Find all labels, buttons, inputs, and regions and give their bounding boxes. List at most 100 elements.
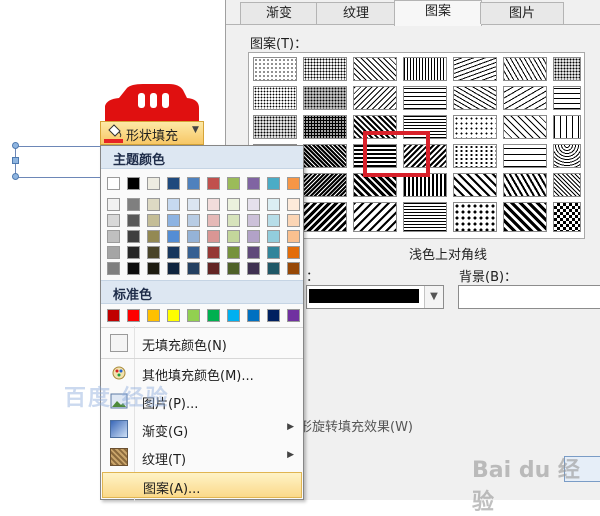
- gradient-item[interactable]: 渐变(G) ▶: [102, 416, 302, 442]
- pattern-cell[interactable]: [303, 173, 347, 197]
- pattern-cell[interactable]: [503, 86, 547, 110]
- theme-tint-swatch[interactable]: [267, 214, 280, 227]
- car-shape-icon[interactable]: [103, 84, 201, 124]
- theme-tint-swatch[interactable]: [247, 214, 260, 227]
- theme-tint-swatch[interactable]: [127, 214, 140, 227]
- pattern-cell[interactable]: [553, 202, 581, 232]
- tab-pattern[interactable]: 图案: [394, 0, 482, 26]
- theme-color-swatch[interactable]: [167, 177, 180, 190]
- theme-tint-swatch[interactable]: [107, 262, 120, 275]
- pattern-cell[interactable]: [253, 86, 297, 110]
- pattern-cell[interactable]: [553, 57, 581, 81]
- theme-tint-swatch[interactable]: [247, 230, 260, 243]
- pattern-cell[interactable]: [553, 86, 581, 110]
- theme-tint-swatch[interactable]: [267, 230, 280, 243]
- pattern-cell[interactable]: [503, 173, 547, 197]
- theme-tint-swatch[interactable]: [247, 198, 260, 211]
- pattern-cell[interactable]: [253, 57, 297, 81]
- theme-tint-swatch[interactable]: [167, 262, 180, 275]
- pattern-cell[interactable]: [403, 202, 447, 232]
- theme-tint-swatch[interactable]: [187, 262, 200, 275]
- theme-tint-swatch[interactable]: [287, 246, 300, 259]
- tab-texture[interactable]: 纹理: [316, 2, 396, 24]
- theme-tint-swatch[interactable]: [227, 214, 240, 227]
- theme-tint-swatch[interactable]: [107, 198, 120, 211]
- theme-color-swatch[interactable]: [147, 177, 160, 190]
- theme-tint-swatch[interactable]: [227, 198, 240, 211]
- theme-color-swatch[interactable]: [127, 177, 140, 190]
- pattern-cell[interactable]: [303, 202, 347, 232]
- theme-tint-swatch[interactable]: [207, 214, 220, 227]
- standard-color-swatch[interactable]: [187, 309, 200, 322]
- standard-color-swatch[interactable]: [167, 309, 180, 322]
- standard-color-swatch[interactable]: [127, 309, 140, 322]
- theme-tint-swatch[interactable]: [107, 246, 120, 259]
- rotate-with-shape-option[interactable]: 形旋转填充效果(W): [299, 416, 413, 435]
- theme-tint-swatch[interactable]: [147, 230, 160, 243]
- theme-tint-swatch[interactable]: [207, 230, 220, 243]
- pattern-cell[interactable]: [453, 57, 497, 81]
- background-color-combo[interactable]: [458, 285, 600, 309]
- theme-tint-swatch[interactable]: [107, 230, 120, 243]
- theme-tint-swatch[interactable]: [287, 262, 300, 275]
- theme-color-swatch[interactable]: [287, 177, 300, 190]
- theme-tint-swatch[interactable]: [207, 198, 220, 211]
- theme-tint-swatch[interactable]: [107, 214, 120, 227]
- theme-tint-swatch[interactable]: [127, 246, 140, 259]
- theme-tint-swatch[interactable]: [187, 198, 200, 211]
- theme-tint-swatch[interactable]: [127, 230, 140, 243]
- theme-color-swatch[interactable]: [207, 177, 220, 190]
- theme-tint-swatch[interactable]: [207, 246, 220, 259]
- standard-color-swatch[interactable]: [147, 309, 160, 322]
- theme-tint-swatch[interactable]: [167, 246, 180, 259]
- theme-tint-swatch[interactable]: [207, 262, 220, 275]
- pattern-cell[interactable]: [253, 115, 297, 139]
- texture-item[interactable]: 纹理(T) ▶: [102, 444, 302, 470]
- pattern-cell[interactable]: [403, 57, 447, 81]
- pattern-cell[interactable]: [303, 57, 347, 81]
- theme-tint-swatch[interactable]: [227, 246, 240, 259]
- theme-tint-swatch[interactable]: [267, 262, 280, 275]
- theme-tint-swatch[interactable]: [127, 262, 140, 275]
- theme-tint-swatch[interactable]: [147, 198, 160, 211]
- theme-tint-swatch[interactable]: [187, 214, 200, 227]
- theme-tint-swatch[interactable]: [187, 230, 200, 243]
- theme-tint-swatch[interactable]: [267, 198, 280, 211]
- theme-color-swatch[interactable]: [267, 177, 280, 190]
- theme-color-swatch[interactable]: [107, 177, 120, 190]
- chevron-down-icon[interactable]: ▼: [192, 125, 199, 135]
- pattern-cell[interactable]: [353, 202, 397, 232]
- pattern-cell[interactable]: [453, 202, 497, 232]
- pattern-cell[interactable]: [453, 86, 497, 110]
- pattern-cell[interactable]: [503, 202, 547, 232]
- standard-color-swatch[interactable]: [227, 309, 240, 322]
- chevron-down-icon[interactable]: ▼: [424, 286, 443, 308]
- pattern-cell-light-upward-diagonal[interactable]: [353, 86, 397, 110]
- theme-tint-swatch[interactable]: [287, 214, 300, 227]
- theme-tint-swatch[interactable]: [147, 214, 160, 227]
- standard-color-swatch[interactable]: [287, 309, 300, 322]
- foreground-color-combo[interactable]: ▼: [306, 285, 444, 309]
- standard-color-swatch[interactable]: [247, 309, 260, 322]
- pattern-cell[interactable]: [303, 144, 347, 168]
- pattern-cell[interactable]: [453, 115, 497, 139]
- pattern-cell[interactable]: [303, 86, 347, 110]
- theme-tint-swatch[interactable]: [267, 246, 280, 259]
- theme-tint-swatch[interactable]: [187, 246, 200, 259]
- standard-color-swatch[interactable]: [207, 309, 220, 322]
- standard-color-swatch[interactable]: [267, 309, 280, 322]
- theme-tint-swatch[interactable]: [147, 246, 160, 259]
- pattern-cell[interactable]: [553, 115, 581, 139]
- pattern-cell[interactable]: [503, 144, 547, 168]
- theme-tint-swatch[interactable]: [287, 198, 300, 211]
- tab-picture[interactable]: 图片: [480, 2, 564, 24]
- resize-handle[interactable]: [12, 157, 19, 164]
- pattern-cell[interactable]: [303, 115, 347, 139]
- theme-color-swatch[interactable]: [227, 177, 240, 190]
- pattern-cell[interactable]: [503, 57, 547, 81]
- theme-tint-swatch[interactable]: [167, 198, 180, 211]
- theme-tint-swatch[interactable]: [247, 246, 260, 259]
- pattern-cell[interactable]: [353, 57, 397, 81]
- theme-tint-swatch[interactable]: [227, 262, 240, 275]
- theme-tint-swatch[interactable]: [127, 198, 140, 211]
